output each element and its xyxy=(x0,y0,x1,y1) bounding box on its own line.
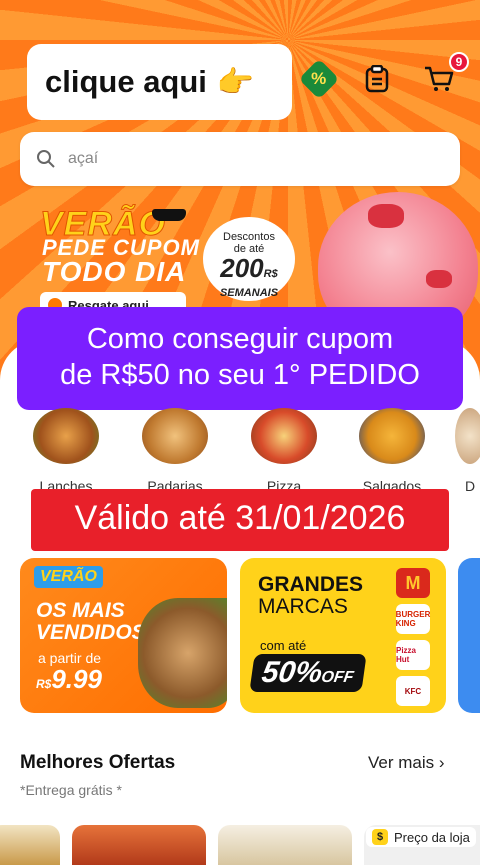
wrap-image xyxy=(138,598,227,708)
offer-card[interactable] xyxy=(0,825,60,865)
pointing-hand-icon: 👉 xyxy=(216,65,255,99)
mcdonalds-logo: M xyxy=(396,568,430,598)
burger-king-logo: BURGER KING xyxy=(396,604,430,634)
pizza-image xyxy=(251,408,317,464)
banner-line2: TODO DIA xyxy=(42,256,187,287)
sunglasses-icon xyxy=(152,209,186,221)
search-icon xyxy=(37,150,55,168)
bread-image xyxy=(142,408,208,464)
dollar-icon: $ xyxy=(372,829,388,845)
price-badge: $ Preço da loja xyxy=(366,827,476,847)
brand-logos: M BURGER KING Pizza Hut KFC xyxy=(396,568,432,712)
category-row: Lanches Padarias Pizza Salgados D xyxy=(0,408,480,498)
orders-icon[interactable] xyxy=(360,62,394,96)
kfc-logo: KFC xyxy=(396,676,430,706)
section-title: Melhores Ofertas xyxy=(20,752,176,773)
dessert-image xyxy=(455,408,480,464)
search-input[interactable] xyxy=(68,150,428,168)
ver-mais-link[interactable]: Ver mais › xyxy=(368,753,445,773)
callout-text: clique aqui xyxy=(45,64,207,99)
search-bar[interactable] xyxy=(20,132,460,186)
promo-card-grandes-marcas[interactable]: GRANDES MARCAS com até 50%OFF M BURGER K… xyxy=(240,558,446,713)
category-more[interactable]: D xyxy=(455,408,480,494)
discount-seal: Descontos de até 200R$ SEMANAIS xyxy=(203,217,295,301)
purple-caption: Como conseguir cupom de R$50 no seu 1° P… xyxy=(17,307,463,410)
promo-card-partial[interactable] xyxy=(458,558,480,713)
category-salgados[interactable]: Salgados xyxy=(352,408,432,494)
chevron-right-icon: › xyxy=(438,753,445,772)
red-caption: Válido até 31/01/2026 xyxy=(31,489,449,551)
offer-card[interactable] xyxy=(218,825,352,865)
category-padarias[interactable]: Padarias xyxy=(135,408,215,494)
offer-card[interactable] xyxy=(72,825,206,865)
callout-label[interactable]: clique aqui 👉 xyxy=(27,44,292,120)
section-subtitle: *Entrega grátis * xyxy=(20,782,122,798)
promo-card-mais-vendidos[interactable]: VERÃO OS MAIS VENDIDOS a partir de R$9.9… xyxy=(20,558,227,713)
coxinha-image xyxy=(359,408,425,464)
category-lanches[interactable]: Lanches xyxy=(26,408,106,494)
cart-count-badge: 9 xyxy=(449,52,469,72)
pizza-hut-logo: Pizza Hut xyxy=(396,640,430,670)
category-pizza[interactable]: Pizza xyxy=(244,408,324,494)
burger-image xyxy=(33,408,99,464)
